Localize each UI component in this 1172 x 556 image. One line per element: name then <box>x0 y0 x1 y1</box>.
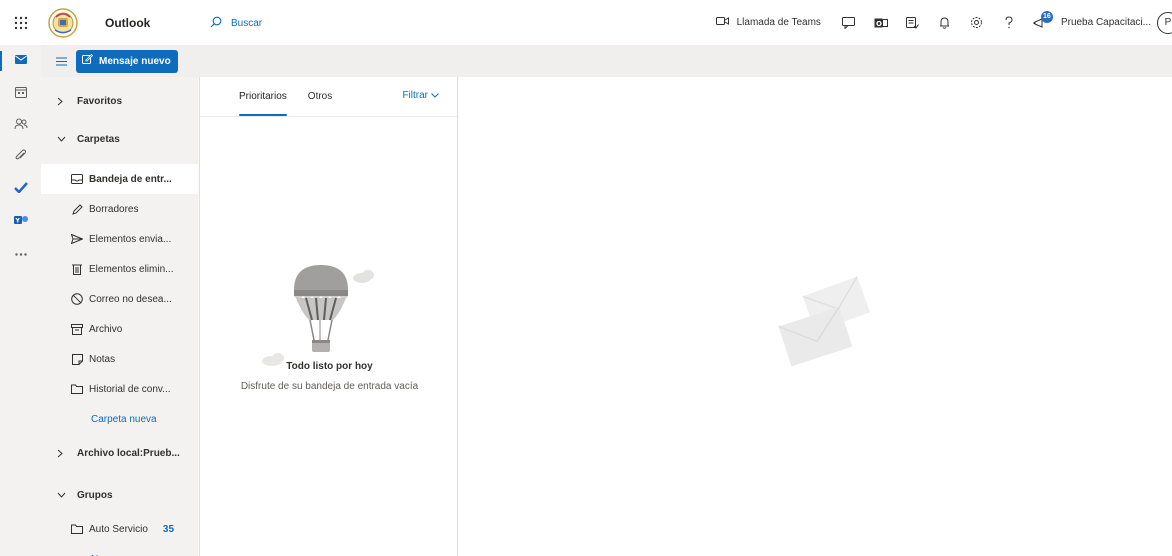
office-apps-icon[interactable]: O <box>867 9 895 37</box>
tab-other[interactable]: Otros <box>308 91 332 102</box>
local-archive-section[interactable]: Archivo local:Prueb... <box>41 434 198 472</box>
chevron-right-icon <box>57 449 69 458</box>
hamburger-menu-icon[interactable] <box>48 45 74 77</box>
folders-section[interactable]: Carpetas <box>41 120 198 158</box>
folder-item-junk[interactable]: Correo no desea... <box>41 284 198 314</box>
rail-more[interactable] <box>0 237 41 269</box>
people-icon <box>14 118 28 133</box>
folder-pane: Favoritos Carpetas Bandeja de entr... Bo… <box>41 77 198 556</box>
filter-label: Filtrar <box>402 90 428 101</box>
folder-label: Elementos envia... <box>89 233 172 245</box>
gear-icon[interactable] <box>963 9 991 37</box>
inbox-tabs: Prioritarios Otros Filtrar <box>200 77 457 117</box>
tab-focused[interactable]: Prioritarios <box>239 91 287 116</box>
rail-todo[interactable] <box>0 173 41 205</box>
rail-yammer[interactable]: Y <box>0 205 41 237</box>
search-input[interactable]: Buscar <box>231 18 262 29</box>
group-label: Auto Servicio <box>89 523 148 535</box>
chevron-down-icon <box>57 136 69 142</box>
top-header: Outlook Buscar Llamada de Teams O 16 Pru… <box>0 0 1172 45</box>
new-message-label: Mensaje nuevo <box>99 55 171 67</box>
video-camera-icon <box>715 16 729 29</box>
new-folder-link[interactable]: Carpeta nueva <box>41 404 198 434</box>
compose-icon <box>82 53 94 68</box>
local-archive-label: Archivo local:Prueb... <box>77 447 180 459</box>
rail-people[interactable] <box>0 109 41 141</box>
folder-item-archive[interactable]: Archivo <box>41 314 198 344</box>
svg-text:O: O <box>876 20 882 28</box>
chat-icon[interactable] <box>835 9 863 37</box>
send-icon <box>70 232 84 246</box>
folder-item-conversation-history[interactable]: Historial de conv... <box>41 374 198 404</box>
folder-label: Correo no desea... <box>89 293 172 305</box>
folder-item-sent[interactable]: Elementos envia... <box>41 224 198 254</box>
new-message-button[interactable]: Mensaje nuevo <box>76 49 178 73</box>
folder-item-notes[interactable]: Notas <box>41 344 198 374</box>
folder-icon <box>70 382 84 396</box>
group-item-auto-servicio[interactable]: Auto Servicio 35 <box>41 514 198 544</box>
folder-label: Borradores <box>89 203 139 215</box>
command-bar: Mensaje nuevo <box>41 45 1172 77</box>
svg-text:Y: Y <box>14 217 20 224</box>
organization-seal-logo <box>48 7 78 38</box>
folder-icon <box>70 522 84 536</box>
teams-call-button[interactable]: Llamada de Teams <box>715 16 821 29</box>
archive-icon <box>70 322 84 336</box>
rail-files[interactable] <box>0 141 41 173</box>
folder-label: Archivo <box>89 323 123 335</box>
todo-icon <box>13 182 28 196</box>
envelopes-illustration <box>777 273 873 369</box>
search-icon <box>210 16 222 31</box>
folder-item-inbox[interactable]: Bandeja de entr... <box>41 164 198 194</box>
app-rail: Y <box>0 45 41 556</box>
user-name[interactable]: Prueba Capacitaci... <box>1061 17 1151 28</box>
rail-mail[interactable] <box>0 45 41 77</box>
pencil-icon <box>70 202 84 216</box>
favorites-label: Favoritos <box>77 95 123 107</box>
groups-section[interactable]: Grupos <box>41 476 198 514</box>
feedback-megaphone-icon[interactable]: 16 <box>1027 9 1055 37</box>
app-launcher-icon[interactable] <box>0 0 41 45</box>
header-actions: Llamada de Teams O 16 Prueba Capacitaci.… <box>715 0 1172 45</box>
app-title[interactable]: Outlook <box>105 16 150 30</box>
bell-icon[interactable] <box>931 9 959 37</box>
folder-item-deleted[interactable]: Elementos elimin... <box>41 254 198 284</box>
chevron-down-icon <box>431 93 439 98</box>
filter-button[interactable]: Filtrar <box>402 90 439 101</box>
reading-pane <box>459 77 1172 556</box>
folder-label: Notas <box>89 353 116 365</box>
new-group-link[interactable]: Nuevo grupo <box>41 544 198 556</box>
help-icon[interactable] <box>995 9 1023 37</box>
unread-count: 35 <box>162 523 175 535</box>
chevron-right-icon <box>57 97 69 106</box>
block-icon <box>70 292 84 306</box>
my-day-icon[interactable] <box>899 9 927 37</box>
folder-label: Bandeja de entr... <box>89 173 172 185</box>
folders-label: Carpetas <box>77 133 120 145</box>
more-icon <box>14 247 27 259</box>
chevron-down-icon <box>57 492 69 498</box>
inbox-icon <box>70 172 84 186</box>
calendar-icon <box>14 86 27 101</box>
mail-icon <box>14 55 27 67</box>
folder-item-drafts[interactable]: Borradores <box>41 194 198 224</box>
trash-icon <box>70 262 84 276</box>
groups-label: Grupos <box>77 489 113 501</box>
empty-state-title: Todo listo por hoy <box>286 361 373 372</box>
favorites-section[interactable]: Favoritos <box>41 82 198 120</box>
folder-label: Historial de conv... <box>89 383 171 395</box>
search-box[interactable]: Buscar <box>210 14 262 32</box>
empty-state-subtitle: Disfrute de su bandeja de entrada vacía <box>240 381 419 392</box>
yammer-icon: Y <box>13 214 28 229</box>
avatar[interactable]: P <box>1157 11 1172 34</box>
note-icon <box>70 352 84 366</box>
message-list-pane: Prioritarios Otros Filtrar Todo listo po… <box>199 77 458 556</box>
teams-call-label: Llamada de Teams <box>736 17 821 28</box>
attach-icon <box>15 149 27 165</box>
rail-calendar[interactable] <box>0 77 41 109</box>
notification-badge: 16 <box>1040 10 1053 23</box>
folder-label: Elementos elimin... <box>89 263 174 275</box>
